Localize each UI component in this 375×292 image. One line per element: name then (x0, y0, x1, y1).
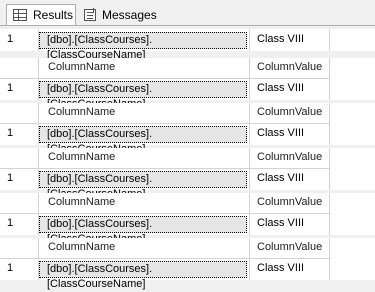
result-grid-5[interactable]: ColumnName ColumnValue 1 [dbo].[ClassCou… (0, 193, 375, 245)
selected-cell[interactable]: [dbo].[ClassCourses].[ClassCourseName] (39, 81, 247, 110)
row-number[interactable]: 1 (0, 169, 38, 189)
column-header-name[interactable]: ColumnName (39, 103, 249, 123)
column-value-cell[interactable]: Class VIII (250, 169, 329, 189)
column-header-name[interactable]: ColumnName (39, 148, 249, 168)
column-header-name[interactable]: ColumnName (39, 58, 249, 78)
column-name-value: [dbo].[ClassCourses].[ClassCourseName] (47, 263, 153, 290)
grid-icon (13, 9, 27, 21)
row-number[interactable]: 1 (0, 79, 38, 99)
column-header-value[interactable]: ColumnValue (250, 238, 329, 258)
grid-header: ColumnName ColumnValue (0, 103, 375, 123)
messages-icon (84, 7, 96, 21)
column-header-value[interactable]: ColumnValue (250, 58, 329, 78)
result-grid-2[interactable]: ColumnName ColumnValue 1 [dbo].[ClassCou… (0, 58, 375, 110)
result-grid-6[interactable]: ColumnName ColumnValue 1 [dbo].[ClassCou… (0, 238, 375, 290)
selected-cell[interactable]: [dbo].[ClassCourses].[ClassCourseName] (39, 32, 247, 61)
table-row[interactable]: 1 [dbo].[ClassCourses].[ClassCourseName]… (0, 214, 375, 245)
table-row[interactable]: 1 [dbo].[ClassCourses].[ClassCourseName]… (0, 259, 375, 290)
selected-cell[interactable]: [dbo].[ClassCourses].[ClassCourseName] (39, 171, 247, 200)
results-tabbar: Results Messages (0, 0, 375, 26)
tab-results[interactable]: Results (6, 4, 76, 25)
results-pane: 1 [dbo].[ClassCourses].[ClassCourseName]… (0, 25, 375, 290)
table-row[interactable]: 1 [dbo].[ClassCourses].[ClassCourseName]… (0, 169, 375, 200)
selected-cell[interactable]: [dbo].[ClassCourses].[ClassCourseName] (39, 261, 247, 290)
tab-results-label: Results (33, 8, 74, 22)
column-value-cell[interactable]: Class VIII (250, 214, 329, 234)
row-number[interactable]: 1 (0, 214, 38, 234)
tab-messages[interactable]: Messages (78, 4, 158, 25)
column-header-name[interactable]: ColumnName (39, 193, 249, 213)
row-number[interactable]: 1 (0, 259, 38, 279)
column-header-name[interactable]: ColumnName (39, 238, 249, 258)
row-number[interactable]: 1 (0, 124, 38, 144)
selected-cell[interactable]: [dbo].[ClassCourses].[ClassCourseName] (39, 126, 247, 155)
result-grid-3[interactable]: ColumnName ColumnValue 1 [dbo].[ClassCou… (0, 103, 375, 155)
column-header-value[interactable]: ColumnValue (250, 103, 329, 123)
column-value-cell[interactable]: Class VIII (250, 124, 329, 144)
grid-header: ColumnName ColumnValue (0, 193, 375, 213)
table-row[interactable]: 1 [dbo].[ClassCourses].[ClassCourseName]… (0, 30, 375, 61)
result-grid-1[interactable]: 1 [dbo].[ClassCourses].[ClassCourseName]… (0, 29, 375, 61)
result-grid-4[interactable]: ColumnName ColumnValue 1 [dbo].[ClassCou… (0, 148, 375, 200)
column-header-value[interactable]: ColumnValue (250, 193, 329, 213)
grid-header: ColumnName ColumnValue (0, 238, 375, 258)
column-value-cell[interactable]: Class VIII (250, 259, 329, 279)
grid-header: ColumnName ColumnValue (0, 58, 375, 78)
row-number[interactable]: 1 (0, 30, 38, 50)
column-value-cell[interactable]: Class VIII (250, 79, 329, 99)
grid-header: ColumnName ColumnValue (0, 148, 375, 168)
column-value-cell[interactable]: Class VIII (250, 30, 329, 50)
column-header-value[interactable]: ColumnValue (250, 148, 329, 168)
selected-cell[interactable]: [dbo].[ClassCourses].[ClassCourseName] (39, 216, 247, 245)
table-row[interactable]: 1 [dbo].[ClassCourses].[ClassCourseName]… (0, 124, 375, 155)
tab-messages-label: Messages (102, 7, 157, 22)
table-row[interactable]: 1 [dbo].[ClassCourses].[ClassCourseName]… (0, 79, 375, 110)
